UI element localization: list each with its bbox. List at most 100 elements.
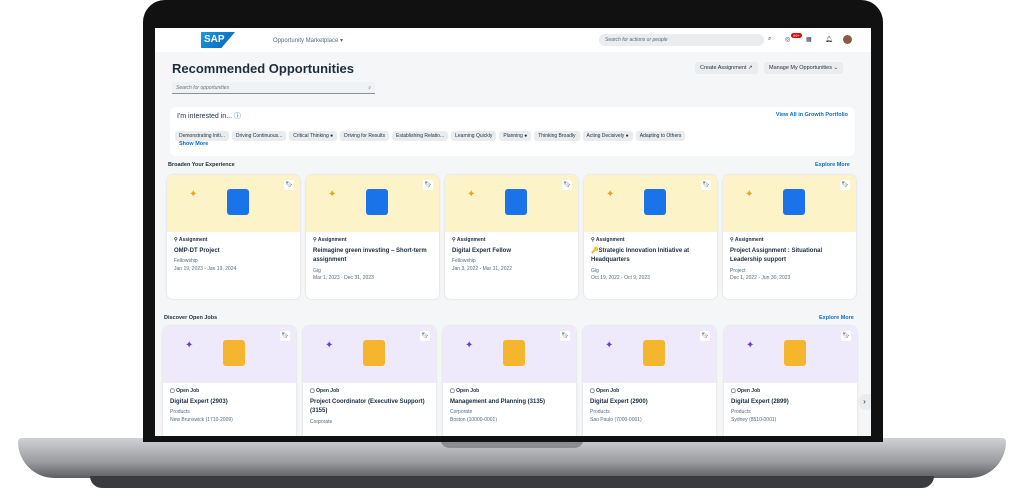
- show-more-link[interactable]: Show More: [179, 141, 208, 147]
- illustration-shape: [226, 189, 249, 215]
- opportunity-card[interactable]: ✦ 🔖︎ ⚲ Assignment Reimagine green invest…: [306, 175, 439, 299]
- bookmark-icon[interactable]: 🔖︎: [284, 180, 294, 190]
- card-kind: ▢ Open Job: [170, 388, 200, 394]
- card-kind: ⚲ Assignment: [730, 237, 764, 243]
- opportunity-card[interactable]: ✦ 🔖︎ ▢ Open Job Digital Expert (2903) Pr…: [163, 326, 296, 436]
- card-kind: ⚲ Assignment: [452, 237, 486, 243]
- card-title[interactable]: Project Assignment : Situational Leaders…: [730, 247, 849, 266]
- card-detail: New Brunswick (1710-2009): [170, 416, 233, 423]
- avatar[interactable]: [843, 35, 852, 44]
- opportunity-card[interactable]: ✦ 🔖︎ ⚲ Assignment Digital Expert Fellow …: [445, 175, 578, 299]
- card-type: Products: [731, 409, 751, 416]
- search-placeholder: Search for opportunities: [176, 85, 230, 91]
- bookmark-icon[interactable]: 🔖︎: [700, 331, 710, 341]
- bookmark-icon[interactable]: 🔖︎: [841, 331, 851, 341]
- illustration-shape: [782, 189, 805, 215]
- notification-badge: 99+: [791, 33, 802, 38]
- bookmark-icon[interactable]: 🔖︎: [420, 331, 430, 341]
- bookmark-icon[interactable]: 🔖︎: [280, 331, 290, 341]
- card-title[interactable]: 🔑Strategic Innovation Initiative at Head…: [591, 247, 710, 266]
- card-illustration: ✦ 🔖︎: [724, 326, 857, 383]
- card-title[interactable]: Digital Expert (2900): [590, 398, 709, 408]
- opportunity-search-input[interactable]: Search for opportunities ⌕: [172, 82, 375, 94]
- opportunity-card[interactable]: ✦ 🔖︎ ▢ Open Job Management and Planning …: [443, 326, 576, 436]
- card-title[interactable]: Reimagine green investing – Short-term a…: [313, 247, 432, 266]
- page-title: Recommended Opportunities: [172, 61, 355, 76]
- interest-chip[interactable]: Driving Continuous...: [231, 131, 287, 141]
- card-detail: Jan 19, 2023 - Jan 19, 2024: [174, 265, 237, 272]
- opportunity-card[interactable]: ✦ 🔖︎ ▢ Open Job Digital Expert (2899) Pr…: [724, 326, 857, 436]
- global-search-input[interactable]: Search for actions or people: [599, 34, 764, 46]
- interest-chip[interactable]: Learning Quickly: [451, 131, 497, 141]
- view-all-link[interactable]: View All in Growth Portfolio: [776, 112, 848, 118]
- card-title[interactable]: Project Coordinator (Executive Support) …: [310, 398, 429, 417]
- interest-chip[interactable]: Critical Thinking ●: [289, 131, 338, 141]
- sparkle-icon: ✦: [465, 340, 474, 351]
- opportunity-card[interactable]: ✦ 🔖︎ ⚲ Assignment Project Assignment : S…: [723, 175, 856, 299]
- card-kind: ▢ Open Job: [310, 388, 340, 394]
- interest-chip[interactable]: Driving for Results: [340, 131, 390, 141]
- opportunity-card[interactable]: ✦ 🔖︎ ▢ Open Job Digital Expert (2900) Pr…: [583, 326, 716, 436]
- interest-chip[interactable]: Planning ●: [499, 131, 532, 141]
- interest-chip[interactable]: Demonstrating Initi...: [175, 131, 229, 141]
- interest-chip[interactable]: Adapting to Others: [635, 131, 686, 141]
- interest-chip[interactable]: Acting Decisively ●: [582, 131, 633, 141]
- opportunity-card[interactable]: ✦ 🔖︎ ▢ Open Job Project Coordinator (Exe…: [303, 326, 436, 436]
- sparkle-icon: ✦: [185, 340, 194, 351]
- card-detail: Boston (10000-0001): [450, 416, 497, 423]
- card-title[interactable]: Digital Expert (2899): [731, 398, 850, 408]
- card-detail: Oct 19, 2022 - Oct 9, 2023: [591, 275, 650, 282]
- bookmark-icon[interactable]: 🔖︎: [701, 180, 711, 190]
- app-menu[interactable]: Opportunity Marketplace ▾: [273, 37, 343, 44]
- card-illustration: ✦ 🔖︎: [443, 326, 576, 383]
- card-title[interactable]: Digital Expert (2903): [170, 398, 289, 408]
- search-icon[interactable]: ⌕: [768, 36, 771, 43]
- card-illustration: ✦ 🔖︎: [303, 326, 436, 383]
- sparkle-icon: ✦: [467, 189, 476, 200]
- interests-title: I'm interested in... ⓘ: [177, 113, 241, 120]
- illustration-shape: [222, 340, 245, 366]
- illustration-shape: [643, 189, 666, 215]
- jobs-explore-link[interactable]: Explore More: [819, 315, 854, 321]
- card-title[interactable]: Management and Planning (3135): [450, 398, 569, 408]
- illustration-shape: [783, 340, 806, 366]
- card-type: Gig: [313, 267, 321, 274]
- opportunity-card[interactable]: ✦ 🔖︎ ⚲ Assignment OMP-DT Project Fellows…: [167, 175, 300, 299]
- broaden-title: Broaden Your Experience: [168, 162, 235, 168]
- card-type: Corporate: [310, 418, 333, 425]
- bookmark-icon[interactable]: 🔖︎: [560, 331, 570, 341]
- bookmark-icon[interactable]: 🔖︎: [423, 180, 433, 190]
- card-kind: ⚲ Assignment: [591, 237, 625, 243]
- sap-logo[interactable]: SAP: [201, 32, 235, 48]
- card-illustration: ✦ 🔖︎: [723, 175, 856, 232]
- card-type: Products: [590, 409, 610, 416]
- bookmark-icon[interactable]: 🔖︎: [562, 180, 572, 190]
- card-detail: Dec 1, 2022 - Jun 30, 2023: [730, 275, 791, 282]
- manage-opportunities-button[interactable]: Manage My Opportunities ⌄: [764, 62, 844, 74]
- next-arrow-button[interactable]: ›: [858, 394, 871, 410]
- bookmark-icon[interactable]: 🔖︎: [840, 180, 850, 190]
- sparkle-icon: ✦: [189, 189, 198, 200]
- sparkle-icon: ✦: [325, 340, 334, 351]
- bell-icon[interactable]: 🔔︎: [825, 36, 833, 43]
- card-title[interactable]: OMP-DT Project: [174, 247, 293, 257]
- opportunity-card[interactable]: ✦ 🔖︎ ⚲ Assignment 🔑Strategic Innovation …: [584, 175, 717, 299]
- info-icon[interactable]: ⓘ: [234, 113, 241, 120]
- card-detail: Jan 3, 2022 - Mar 31, 2022: [452, 265, 513, 272]
- card-type: Products: [170, 409, 190, 416]
- jobs-title: Discover Open Jobs: [164, 315, 218, 321]
- broaden-explore-link[interactable]: Explore More: [815, 162, 850, 168]
- card-type: Corporate: [450, 409, 473, 416]
- card-type: Project: [730, 267, 746, 274]
- card-title[interactable]: Digital Expert Fellow: [452, 247, 571, 257]
- sparkle-icon: ✦: [745, 189, 754, 200]
- card-illustration: ✦ 🔖︎: [445, 175, 578, 232]
- card-kind: ▢ Open Job: [590, 388, 620, 394]
- create-assignment-button[interactable]: Create Assignment ↗: [695, 62, 758, 74]
- search-icon[interactable]: ⌕: [368, 85, 371, 91]
- tasks-icon[interactable]: ◎: [785, 36, 790, 43]
- card-kind: ⚲ Assignment: [174, 237, 208, 243]
- interest-chip[interactable]: Thinking Broadly: [534, 131, 580, 141]
- apps-icon[interactable]: ▦: [806, 36, 812, 43]
- interest-chip[interactable]: Establishing Relatio...: [392, 131, 449, 141]
